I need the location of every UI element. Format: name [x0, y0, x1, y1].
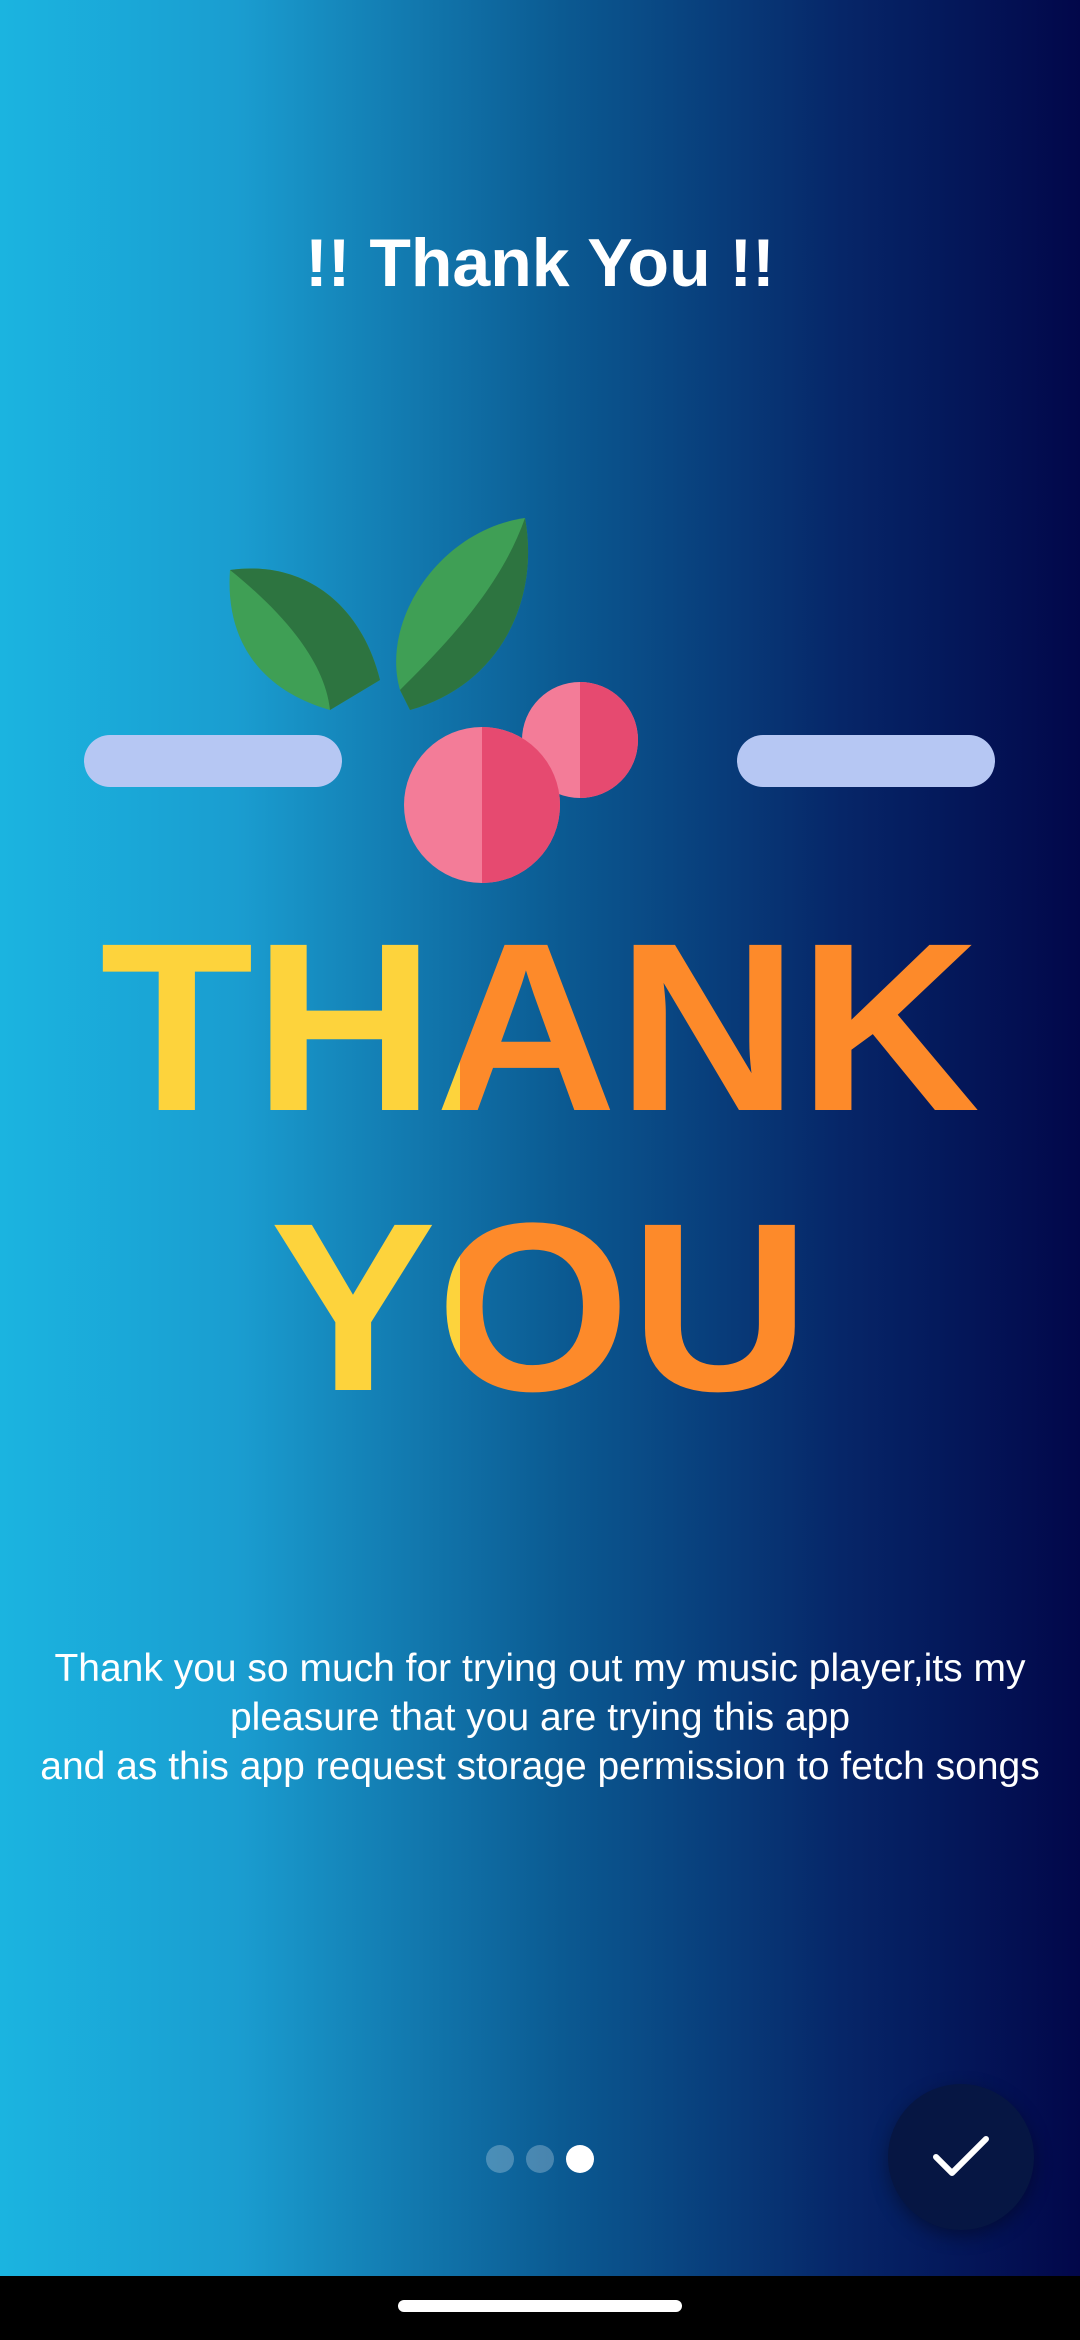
check-icon [933, 2136, 989, 2176]
page-title: !! Thank You !! [305, 225, 775, 301]
done-button[interactable] [888, 2084, 1034, 2230]
left-dash-shape [84, 735, 342, 787]
large-berry-icon [404, 727, 560, 883]
leaf-right-icon [396, 518, 529, 710]
right-dash-shape [737, 735, 995, 787]
thank-you-message: Thank you so much for trying out my musi… [40, 1647, 1040, 1788]
thank-you-illustration: THANK YOU THANK YOU [80, 500, 1000, 1420]
pager-dot-2[interactable] [526, 2145, 554, 2173]
onboarding-screen: !! Thank You !! THANK YOU THANK YOU Than… [0, 0, 1080, 2276]
pager-dot-3-active[interactable] [566, 2145, 594, 2173]
home-gesture-handle[interactable] [398, 2300, 682, 2312]
pager-dot-1[interactable] [486, 2145, 514, 2173]
leaf-left-icon [229, 568, 380, 710]
